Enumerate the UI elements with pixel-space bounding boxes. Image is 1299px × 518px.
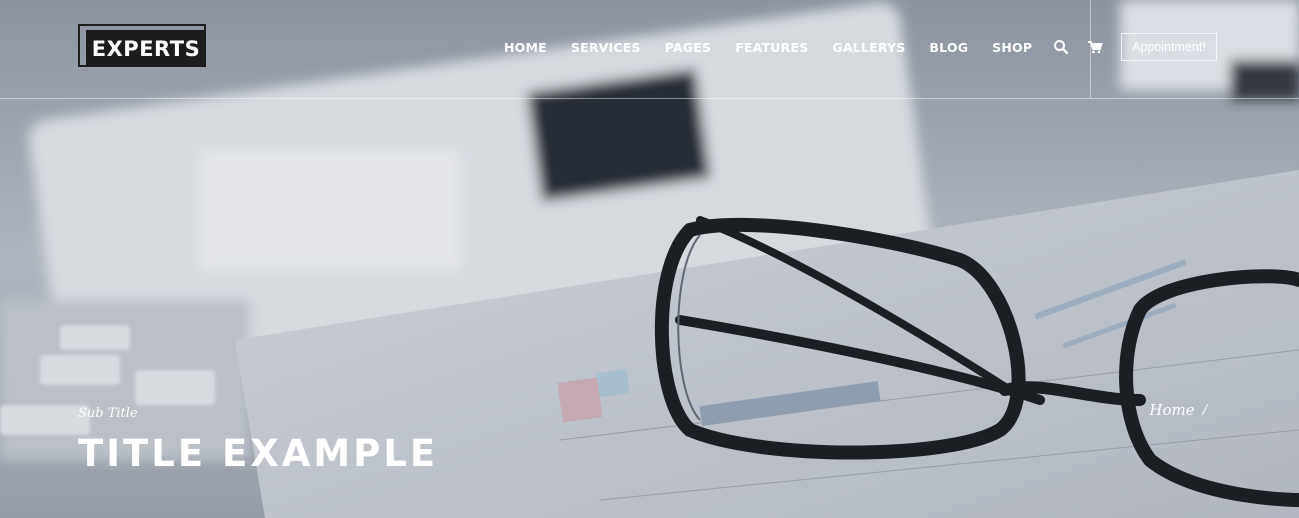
logo-text: EXPERTS bbox=[91, 36, 201, 61]
nav-item-pages[interactable]: PAGES bbox=[665, 40, 712, 55]
site-header: EXPERTS HOME SERVICES PAGES FEATURES GAL… bbox=[0, 0, 1299, 99]
nav-item-blog[interactable]: BLOG bbox=[929, 40, 968, 55]
page-title: TITLE EXAMPLE bbox=[78, 432, 439, 475]
breadcrumb: Home / bbox=[1149, 401, 1207, 419]
breadcrumb-home-link[interactable]: Home bbox=[1149, 401, 1194, 419]
breadcrumb-separator: / bbox=[1202, 402, 1207, 418]
appointment-button[interactable]: Appointment! bbox=[1121, 33, 1217, 61]
brand-logo[interactable]: EXPERTS bbox=[78, 24, 214, 73]
nav-item-shop[interactable]: SHOP bbox=[992, 40, 1032, 55]
nav-item-gallerys[interactable]: GALLERYS bbox=[832, 40, 905, 55]
nav-item-home[interactable]: HOME bbox=[504, 40, 547, 55]
hero-subtitle: Sub Title bbox=[78, 406, 138, 421]
nav-item-services[interactable]: SERVICES bbox=[571, 40, 641, 55]
search-icon[interactable] bbox=[1053, 39, 1069, 55]
nav-item-features[interactable]: FEATURES bbox=[735, 40, 808, 55]
header-divider bbox=[1090, 0, 1091, 98]
main-nav: HOME SERVICES PAGES FEATURES GALLERYS BL… bbox=[492, 39, 1112, 55]
